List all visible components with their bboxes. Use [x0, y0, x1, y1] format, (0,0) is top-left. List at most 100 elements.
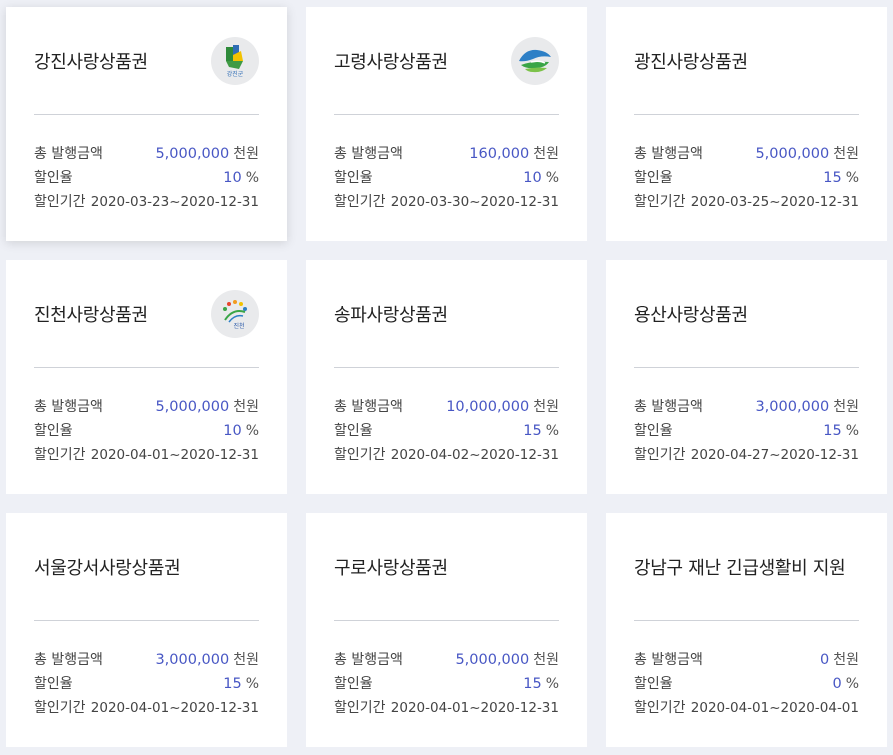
card-title: 송파사랑상품권: [334, 304, 448, 326]
discount-rate-row: 할인율 15%: [634, 166, 859, 190]
discount-period-label: 할인기간: [634, 194, 686, 210]
voucher-card-yongsan[interactable]: 용산사랑상품권 총 발행금액 3,000,000 천원 할인율 15% 할인기간 …: [606, 260, 887, 494]
card-header: 강진사랑상품권 강진군: [34, 7, 259, 115]
total-amount-label: 총 발행금액: [334, 399, 403, 415]
card-title: 구로사랑상품권: [334, 557, 448, 579]
discount-period-label: 할인기간: [34, 194, 86, 210]
voucher-card-guro[interactable]: 구로사랑상품권 총 발행금액 5,000,000 천원 할인율 15% 할인기간 …: [306, 513, 587, 747]
discount-period-label: 할인기간: [34, 447, 86, 463]
total-amount-label: 총 발행금액: [34, 652, 103, 668]
amount-unit: 천원: [233, 652, 259, 668]
voucher-card-gangnam-emergency[interactable]: 강남구 재난 긴급생활비 지원 총 발행금액 0 천원 할인율 0% 할인기간 2…: [606, 513, 887, 747]
discount-rate-value: 15: [823, 170, 842, 186]
discount-rate-value: 15: [523, 423, 542, 439]
discount-rate-label: 할인율: [634, 676, 673, 692]
card-header: 진천사랑상품권 진천: [34, 260, 259, 368]
card-title: 광진사랑상품권: [634, 51, 748, 73]
total-amount-label: 총 발행금액: [34, 146, 103, 162]
card-details: 총 발행금액 5,000,000 천원 할인율 15% 할인기간 2020-04-…: [334, 621, 559, 720]
discount-rate-row: 할인율 15%: [634, 419, 859, 443]
voucher-card-songpa[interactable]: 송파사랑상품권 총 발행금액 10,000,000 천원 할인율 15% 할인기간…: [306, 260, 587, 494]
rate-unit: %: [845, 423, 859, 439]
discount-rate-value: 10: [223, 423, 242, 439]
card-title: 서울강서사랑상품권: [34, 557, 181, 579]
discount-rate-value: 15: [523, 676, 542, 692]
total-amount-value: 5,000,000: [455, 652, 530, 668]
voucher-card-goryeong[interactable]: 고령사랑상품권 총 발행금액 160,000 천원 할인율 10% 할인기간 2…: [306, 7, 587, 241]
voucher-card-gangjin[interactable]: 강진사랑상품권 강진군 총 발행금액 5,000,000천원 할인율 10%: [6, 7, 287, 241]
discount-period-row: 할인기간 2020-04-02~2020-12-31: [334, 443, 559, 467]
voucher-card-seoul-gangseo[interactable]: 서울강서사랑상품권 총 발행금액 3,000,000 천원 할인율 15% 할인기…: [6, 513, 287, 747]
total-amount-value: 3,000,000: [755, 399, 830, 415]
rate-unit: %: [245, 676, 259, 692]
discount-period-label: 할인기간: [334, 700, 386, 716]
goryeong-county-logo-icon: [511, 36, 559, 85]
total-amount-row: 총 발행금액 5,000,000 천원: [334, 648, 559, 672]
total-amount-label: 총 발행금액: [334, 652, 403, 668]
card-details: 총 발행금액 5,000,000 천원 할인율 10% 할인기간 2020-04-…: [34, 368, 259, 467]
discount-rate-value: 15: [823, 423, 842, 439]
rate-unit: %: [245, 423, 259, 439]
total-amount-label: 총 발행금액: [634, 399, 703, 415]
rate-unit: %: [545, 423, 559, 439]
discount-period-value: 2020-03-23~2020-12-31: [90, 194, 259, 210]
total-amount-value: 5,000,000: [155, 146, 230, 162]
total-amount-value: 10,000,000: [446, 399, 530, 415]
discount-rate-label: 할인율: [34, 423, 73, 439]
rate-unit: %: [845, 170, 859, 186]
discount-period-value: 2020-04-27~2020-12-31: [690, 447, 859, 463]
discount-rate-row: 할인율 15%: [334, 672, 559, 696]
total-amount-row: 총 발행금액 3,000,000 천원: [634, 395, 859, 419]
card-details: 총 발행금액 160,000 천원 할인율 10% 할인기간 2020-03-30…: [334, 115, 559, 214]
total-amount-label: 총 발행금액: [634, 146, 703, 162]
discount-period-row: 할인기간 2020-04-01~2020-04-01: [634, 696, 859, 720]
discount-period-row: 할인기간 2020-03-23~2020-12-31: [34, 190, 259, 214]
total-amount-row: 총 발행금액 5,000,000 천원: [634, 142, 859, 166]
amount-unit: 천원: [533, 146, 559, 162]
discount-rate-row: 할인율 15%: [34, 672, 259, 696]
discount-rate-label: 할인율: [34, 676, 73, 692]
discount-rate-row: 할인율 10%: [34, 419, 259, 443]
discount-rate-row: 할인율 10%: [334, 166, 559, 190]
discount-period-label: 할인기간: [34, 700, 86, 716]
discount-period-value: 2020-04-02~2020-12-31: [390, 447, 559, 463]
discount-rate-value: 0: [832, 676, 842, 692]
discount-rate-label: 할인율: [334, 423, 373, 439]
total-amount-value: 3,000,000: [155, 652, 230, 668]
card-details: 총 발행금액 3,000,000 천원 할인율 15% 할인기간 2020-04-…: [34, 621, 259, 720]
discount-rate-label: 할인율: [634, 170, 673, 186]
amount-unit: 천원: [233, 399, 259, 415]
total-amount-row: 총 발행금액 160,000 천원: [334, 142, 559, 166]
discount-period-value: 2020-04-01~2020-12-31: [90, 700, 259, 716]
gangjin-county-logo-icon: 강진군: [211, 36, 259, 85]
total-amount-row: 총 발행금액 0 천원: [634, 648, 859, 672]
discount-rate-value: 10: [523, 170, 542, 186]
card-header: 용산사랑상품권: [634, 260, 859, 368]
voucher-card-grid: 강진사랑상품권 강진군 총 발행금액 5,000,000천원 할인율 10%: [6, 7, 887, 747]
discount-period-label: 할인기간: [634, 447, 686, 463]
discount-period-row: 할인기간 2020-04-01~2020-12-31: [34, 443, 259, 467]
amount-unit: 천원: [533, 652, 559, 668]
discount-period-row: 할인기간 2020-03-30~2020-12-31: [334, 190, 559, 214]
total-amount-value: 160,000: [469, 146, 530, 162]
card-details: 총 발행금액 5,000,000 천원 할인율 10% 할인기간 2020-03-…: [34, 115, 259, 214]
amount-unit: 천원: [833, 652, 859, 668]
card-title: 용산사랑상품권: [634, 304, 748, 326]
total-amount-label: 총 발행금액: [634, 652, 703, 668]
voucher-card-jincheon[interactable]: 진천사랑상품권 진천 총 발행금액 5,000,000 천원 할인율 10 % …: [6, 260, 287, 494]
card-title: 강남구 재난 긴급생활비 지원: [634, 557, 846, 579]
card-header: 광진사랑상품권: [634, 7, 859, 115]
voucher-card-gwangjin[interactable]: 광진사랑상품권 총 발행금액 5,000,000 천원 할인율 15% 할인기간 …: [606, 7, 887, 241]
discount-period-row: 할인기간 2020-03-25~2020-12-31: [634, 190, 859, 214]
discount-period-value: 2020-03-25~2020-12-31: [690, 194, 859, 210]
discount-rate-label: 할인율: [634, 423, 673, 439]
discount-period-row: 할인기간 2020-04-01~2020-12-31: [34, 696, 259, 720]
total-amount-value: 0: [820, 652, 830, 668]
discount-period-label: 할인기간: [334, 447, 386, 463]
total-amount-row: 총 발행금액 5,000,000 천원: [34, 142, 259, 166]
discount-rate-label: 할인율: [334, 676, 373, 692]
total-amount-row: 총 발행금액 5,000,000 천원: [34, 395, 259, 419]
logo-text: 진천: [233, 322, 244, 330]
total-amount-label: 총 발행금액: [334, 146, 403, 162]
discount-rate-value: 10: [223, 170, 242, 186]
